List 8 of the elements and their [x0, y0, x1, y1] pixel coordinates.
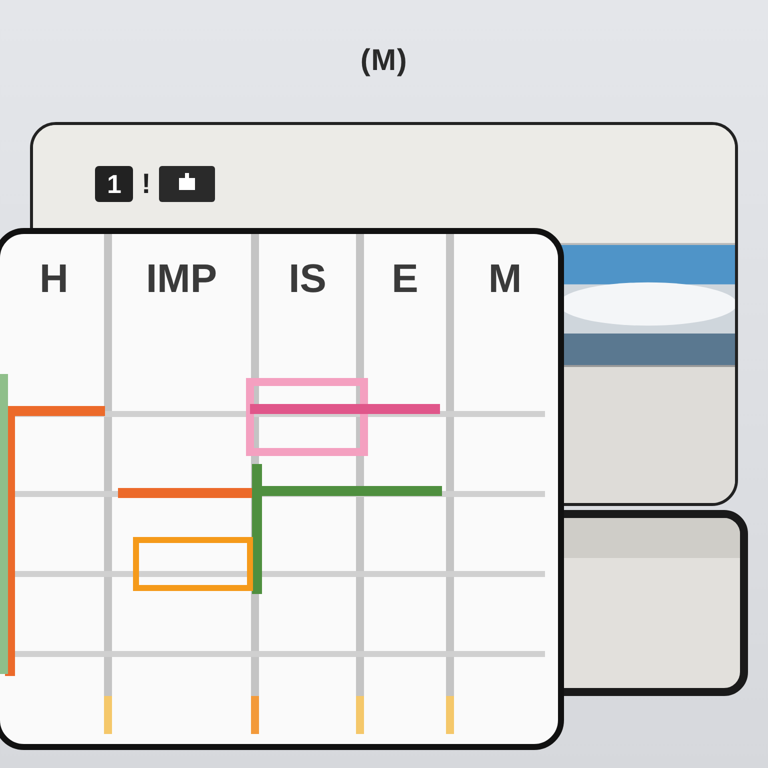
- app-title: (M): [360, 43, 408, 79]
- column-header: H: [40, 256, 68, 303]
- column-header: IMP: [146, 256, 218, 303]
- alert-mark: !: [141, 167, 151, 201]
- column-header: M: [488, 256, 522, 303]
- count-badge: 1: [95, 166, 134, 202]
- column-header: IS: [288, 256, 326, 303]
- column-header: E: [392, 256, 418, 303]
